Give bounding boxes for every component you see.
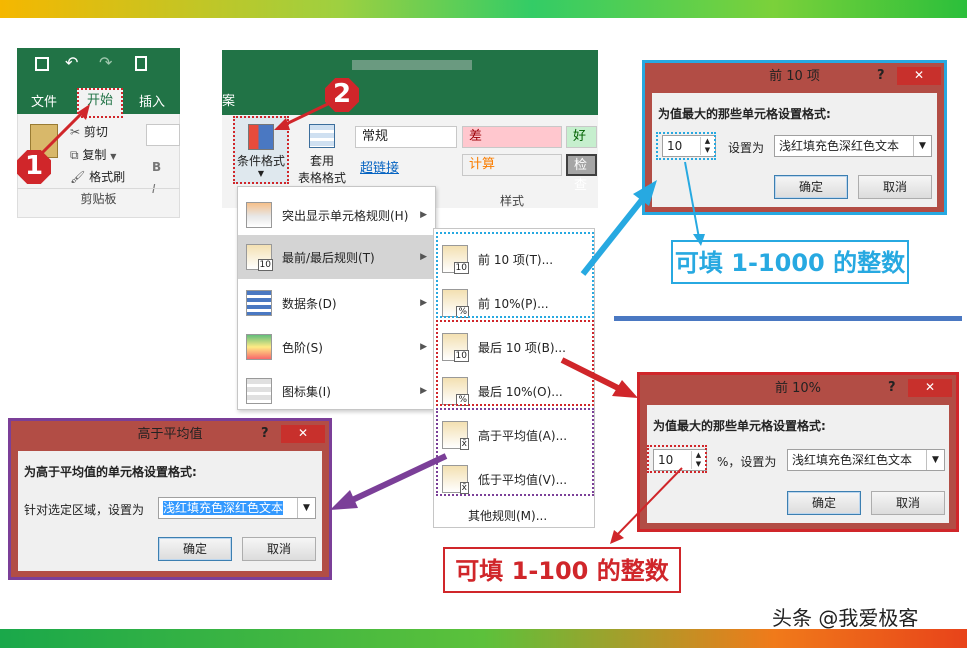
close-button[interactable]: ✕	[908, 379, 952, 397]
red-arrows	[560, 357, 683, 544]
step-1-arrow	[38, 104, 90, 157]
chevron-down-icon: ▼	[110, 152, 117, 161]
cancel-button[interactable]: 取消	[242, 537, 316, 561]
ok-button[interactable]: 确定	[774, 175, 848, 199]
set-as-label: 针对选定区域，设置为	[24, 503, 145, 517]
tab-fragment[interactable]: 案	[222, 90, 235, 109]
top-items-highlight	[436, 232, 594, 318]
style-bad[interactable]: 差	[462, 126, 562, 148]
menu-item-label: 数据条(D)	[282, 296, 337, 311]
menu-item-label: 突出显示单元格规则(H)	[282, 208, 409, 223]
menu-item-label: 色阶(S)	[282, 340, 323, 355]
watermark: 头条 @我爱极客	[772, 606, 919, 630]
close-button[interactable]: ✕	[281, 425, 325, 443]
chevron-right-icon: ▶	[420, 386, 427, 396]
conditional-format-menu: 突出显示单元格规则(H) ▶ 10 最前/最后规则(T) ▶ 数据条(D) ▶ …	[237, 186, 436, 410]
top-gradient-bar	[0, 0, 967, 18]
table-format-label-2: 表格格式	[297, 171, 346, 185]
style-good[interactable]: 好	[566, 126, 597, 148]
format-painter-button[interactable]: 🖌 格式刷	[70, 168, 125, 185]
style-calc[interactable]: 计算	[462, 154, 562, 176]
help-icon[interactable]: ?	[261, 426, 269, 441]
conditional-format-label: 条件格式	[236, 154, 285, 168]
menu-item-color-scales[interactable]: 色阶(S) ▶	[238, 325, 435, 369]
paintbrush-icon: 🖌	[70, 170, 86, 184]
quick-access-toolbar: ↶ ↷	[17, 48, 180, 86]
highlight-rules-icon	[246, 202, 272, 228]
ok-button[interactable]: 确定	[158, 537, 232, 561]
format-select[interactable]: 浅红填充色深红色文本 ▼	[787, 449, 945, 471]
styles-group-label: 样式	[500, 194, 525, 208]
chevron-down-icon: ▼	[926, 450, 944, 470]
step-2-arrow	[274, 100, 333, 130]
set-as-label: %，设置为	[717, 455, 777, 469]
format-select[interactable]: 浅红填充色深红色文本 ▼	[158, 497, 316, 519]
cancel-button[interactable]: 取消	[871, 491, 945, 515]
dialog-prompt: 为高于平均值的单元格设置格式:	[24, 465, 197, 479]
dialog-prompt: 为值最大的那些单元格设置格式:	[658, 107, 831, 121]
data-bars-icon	[246, 290, 272, 316]
purple-arrow	[330, 453, 448, 510]
chevron-right-icon: ▶	[420, 252, 427, 262]
set-as-label: 设置为	[728, 141, 765, 155]
chevron-right-icon: ▶	[420, 210, 427, 220]
menu-item-highlight-rules[interactable]: 突出显示单元格规则(H) ▶	[238, 193, 435, 237]
chevron-down-icon: ▼	[257, 169, 265, 178]
chevron-down-icon: ▼	[913, 136, 931, 156]
menu-item-top-bottom-rules[interactable]: 10 最前/最后规则(T) ▶	[238, 235, 435, 279]
dialog-body: 为高于平均值的单元格设置格式: 针对选定区域，设置为 浅红填充色深红色文本 ▼ …	[18, 451, 322, 571]
save-icon[interactable]	[35, 57, 49, 71]
cancel-button[interactable]: 取消	[858, 175, 932, 199]
color-scales-icon	[246, 334, 272, 360]
document-icon[interactable]	[135, 56, 147, 71]
blue-arrows	[580, 161, 705, 276]
dialog-above-average: 高于平均值 ? ✕ 为高于平均值的单元格设置格式: 针对选定区域，设置为 浅红填…	[8, 418, 332, 580]
redo-icon[interactable]: ↷	[99, 53, 112, 72]
undo-icon[interactable]: ↶	[65, 53, 78, 72]
style-hyperlink[interactable]: 超链接	[360, 157, 399, 176]
callout-red: 可填 1-100 的整数	[443, 547, 681, 593]
menu-item-label: 最前/最后规则(T)	[282, 250, 375, 265]
badge-10: 10	[257, 259, 273, 271]
font-name-box[interactable]	[146, 124, 180, 146]
help-icon[interactable]: ?	[888, 380, 896, 395]
style-normal[interactable]: 常规	[355, 126, 457, 148]
top-bottom-icon: 10	[246, 244, 273, 271]
close-button[interactable]: ✕	[897, 67, 941, 85]
table-format-label: 套用	[309, 154, 334, 168]
bottom-gradient-bar	[0, 629, 967, 648]
format-select[interactable]: 浅红填充色深红色文本 ▼	[774, 135, 932, 157]
blue-divider	[614, 316, 962, 321]
format-select-value: 浅红填充色深红色文本	[792, 453, 913, 467]
format-select-value: 浅红填充色深红色文本	[163, 501, 284, 515]
clipboard-group-label: 剪贴板	[17, 188, 180, 210]
icon-sets-icon	[246, 378, 272, 404]
bold-button[interactable]: B	[152, 160, 161, 174]
menu-item-data-bars[interactable]: 数据条(D) ▶	[238, 281, 435, 325]
ok-button[interactable]: 确定	[787, 491, 861, 515]
menu-item-icon-sets[interactable]: 图标集(I) ▶	[238, 369, 435, 413]
tab-insert[interactable]: 插入	[139, 91, 165, 110]
menu-item-label: 图标集(I)	[282, 384, 331, 399]
format-select-value: 浅红填充色深红色文本	[779, 139, 900, 153]
submenu-item-more-rules[interactable]: 其他规则(M)...	[468, 507, 547, 524]
blurred-title	[352, 60, 472, 70]
chevron-right-icon: ▶	[420, 298, 427, 308]
chevron-down-icon: ▼	[297, 498, 315, 518]
chevron-right-icon: ▶	[420, 342, 427, 352]
help-icon[interactable]: ?	[877, 68, 885, 83]
format-painter-label: 格式刷	[89, 170, 126, 184]
